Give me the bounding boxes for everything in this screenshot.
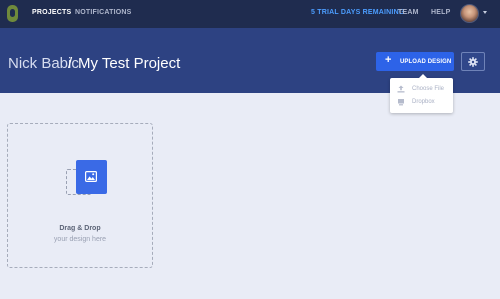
image-icon [85,171,97,182]
design-dropzone[interactable] [7,123,153,268]
choose-file-label: Choose File [412,86,445,92]
nav-team[interactable]: TEAM [398,9,419,16]
user-avatar[interactable] [460,4,479,23]
nav-projects[interactable]: PROJECTS [32,9,71,16]
gear-icon [468,57,478,67]
upload-design-button[interactable]: + UPLOAD DESIGN [376,52,454,71]
menu-item-choose-file[interactable]: Choose File [397,85,449,95]
upload-dropdown-menu: Choose File Dropbox [390,74,453,113]
menu-item-dropbox[interactable]: Dropbox [397,98,449,108]
top-navigation-bar: PROJECTS NOTIFICATIONS 5 TRIAL DAYS REMA… [0,0,500,28]
app-logo[interactable] [7,5,18,22]
dropzone-image-tile [76,160,107,194]
nav-help[interactable]: HELP [431,9,450,16]
breadcrumb-separator: / [68,55,73,72]
upload-design-label: UPLOAD DESIGN [400,59,452,65]
dropbox-label: Dropbox [412,99,435,105]
page-title: My Test Project [78,55,181,72]
nav-notifications[interactable]: NOTIFICATIONS [75,9,132,16]
upload-icon [397,85,405,93]
dropzone-subtitle: your design here [53,236,107,243]
dropbox-icon [398,99,404,106]
plus-icon: + [385,54,392,66]
trial-days-link[interactable]: 5 TRIAL DAYS REMAINING [311,9,404,16]
chevron-down-icon[interactable] [483,11,487,14]
dropzone-title: Drag & Drop [59,225,101,232]
settings-button[interactable] [461,52,485,71]
